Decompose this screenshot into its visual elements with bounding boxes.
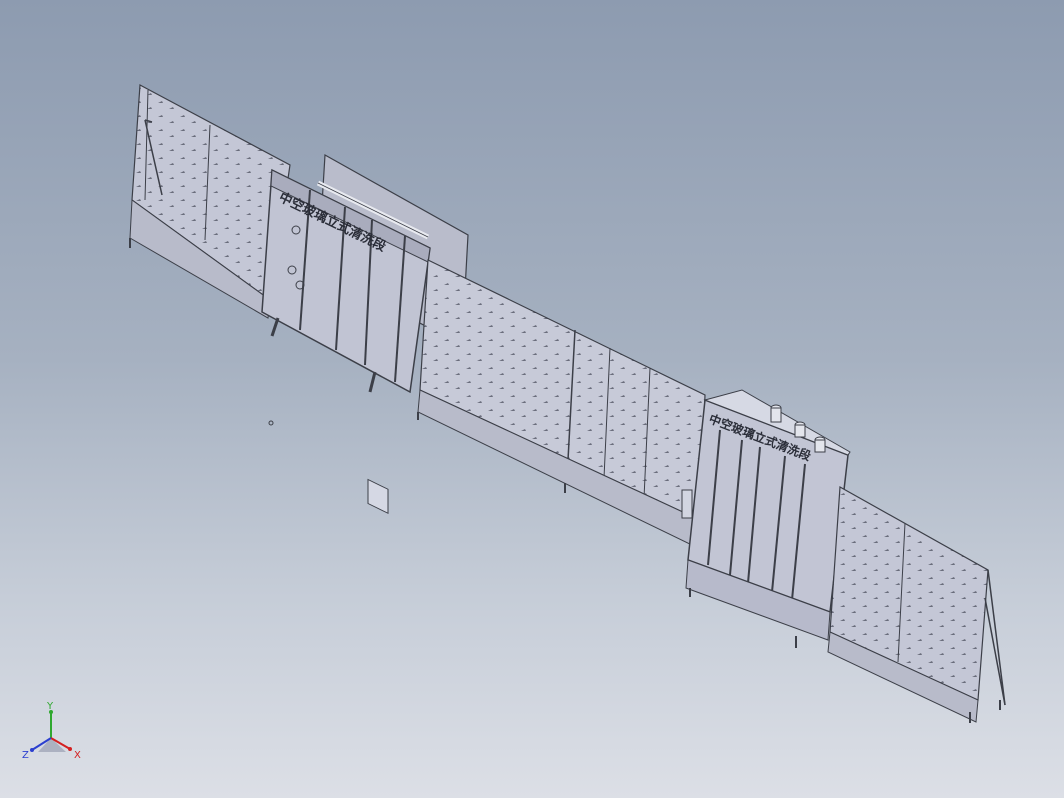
right-unloading-rack[interactable]: [827, 486, 1006, 723]
z-axis-label: Z: [22, 750, 29, 761]
middle-conveyor[interactable]: [417, 259, 706, 549]
y-axis-label: Y: [46, 701, 54, 712]
glass-washing-line-model[interactable]: 中空玻璃立式清洗段 中空玻璃立式清洗段: [0, 0, 1064, 798]
stray-point: [268, 420, 274, 426]
z-axis-tip: [30, 748, 34, 752]
x-axis-label: X: [74, 750, 81, 761]
washing-unit-2[interactable]: 中空玻璃立式清洗段: [685, 389, 851, 648]
cad-viewport[interactable]: 中空玻璃立式清洗段 中空玻璃立式清洗段 Y X Z: [0, 0, 1064, 798]
x-axis-tip: [68, 747, 72, 751]
view-orientation-triad[interactable]: Y X Z: [18, 700, 88, 770]
